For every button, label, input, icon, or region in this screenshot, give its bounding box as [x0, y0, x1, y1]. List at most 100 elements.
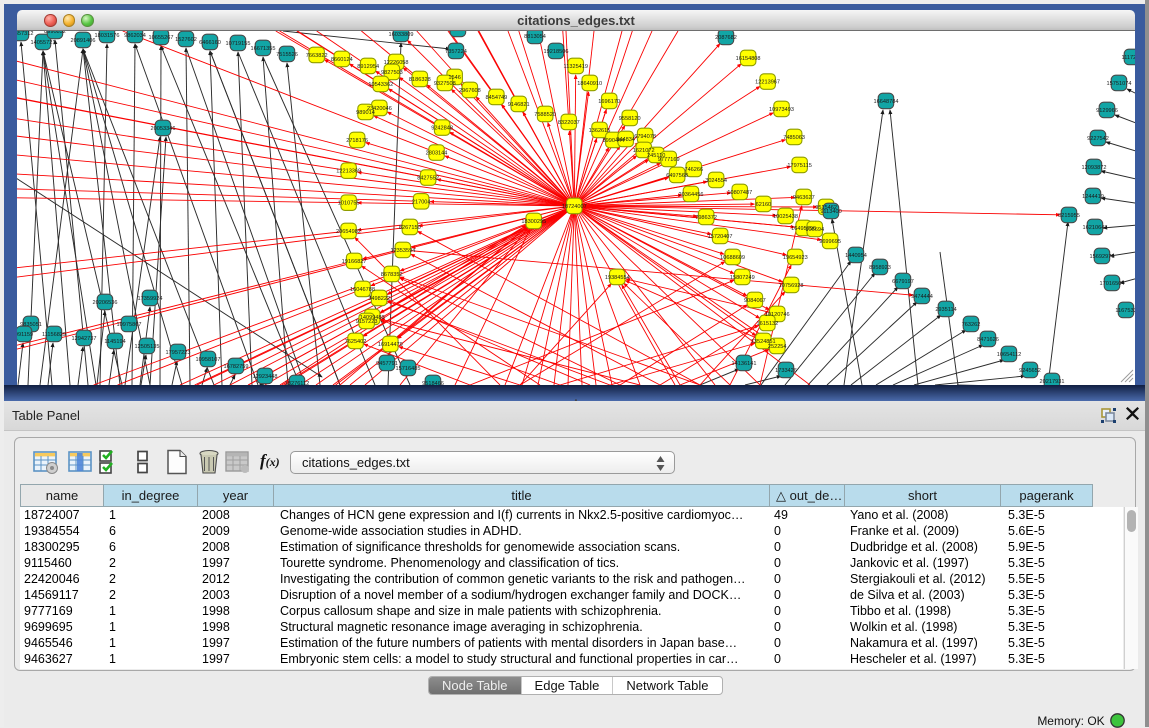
svg-text:8454749: 8454749 — [486, 95, 508, 101]
svg-text:15751074: 15751074 — [1107, 81, 1132, 87]
svg-text:1145194: 1145194 — [104, 339, 125, 345]
svg-text:8912954: 8912954 — [357, 64, 379, 70]
svg-text:9129966: 9129966 — [1096, 108, 1118, 114]
svg-text:12213369: 12213369 — [336, 169, 361, 175]
svg-text:20206536: 20206536 — [93, 300, 118, 306]
svg-text:19654923: 19654923 — [783, 255, 808, 261]
svg-text:12093872: 12093872 — [1082, 165, 1107, 171]
svg-text:7625402: 7625402 — [345, 339, 367, 345]
svg-text:15692971: 15692971 — [1090, 254, 1115, 260]
svg-text:2935114: 2935114 — [935, 307, 956, 313]
svg-text:2718176: 2718176 — [346, 138, 368, 144]
svg-text:15807249: 15807249 — [730, 275, 755, 281]
svg-text:9157223: 9157223 — [356, 319, 378, 325]
svg-text:12923448: 12923448 — [253, 374, 278, 380]
svg-text:8186328: 8186328 — [409, 77, 431, 83]
svg-text:9245652: 9245652 — [1019, 368, 1041, 374]
svg-text:7485063: 7485063 — [783, 135, 805, 141]
svg-text:1733426: 1733426 — [775, 368, 797, 374]
svg-text:8813054: 8813054 — [524, 34, 546, 40]
svg-text:10655267: 10655267 — [149, 35, 174, 41]
svg-text:14055721: 14055721 — [31, 40, 56, 46]
svg-text:7663822: 7663822 — [306, 53, 328, 59]
svg-text:9474444: 9474444 — [911, 294, 933, 300]
svg-text:17975115: 17975115 — [787, 163, 811, 169]
svg-text:10025438: 10025438 — [773, 214, 798, 220]
svg-text:2087682: 2087682 — [715, 35, 737, 41]
svg-text:9827503: 9827503 — [381, 70, 403, 76]
svg-text:19218506: 19218506 — [544, 49, 569, 55]
svg-text:12213967: 12213967 — [755, 80, 780, 86]
svg-text:9862034: 9862034 — [124, 33, 146, 39]
svg-text:16046788: 16046788 — [350, 287, 375, 293]
svg-text:8471626: 8471626 — [977, 337, 999, 343]
svg-text:8678352: 8678352 — [381, 272, 403, 278]
svg-text:62160: 62160 — [756, 202, 772, 208]
svg-text:20891406: 20891406 — [71, 38, 96, 44]
svg-text:19357312: 19357312 — [17, 31, 33, 37]
svg-text:1440954: 1440954 — [845, 253, 867, 259]
svg-text:18300295: 18300295 — [521, 219, 546, 225]
svg-text:10756928: 10756928 — [779, 283, 804, 289]
svg-text:906694: 906694 — [805, 227, 824, 233]
svg-text:2967608: 2967608 — [459, 88, 481, 94]
svg-text:16154808: 16154808 — [736, 56, 761, 62]
svg-text:1615132: 1615132 — [757, 321, 779, 327]
svg-text:10688609: 10688609 — [720, 255, 745, 261]
svg-text:1167533: 1167533 — [1115, 308, 1135, 314]
svg-text:10958107: 10958107 — [196, 357, 221, 363]
svg-text:1244419: 1244419 — [1082, 194, 1104, 200]
svg-text:8958923: 8958923 — [869, 265, 891, 271]
svg-text:7515526: 7515526 — [276, 52, 298, 58]
svg-text:10719155: 10719155 — [226, 41, 251, 47]
svg-text:9113400: 9113400 — [820, 209, 841, 215]
svg-text:17359924: 17359924 — [138, 296, 163, 302]
svg-text:9084067: 9084067 — [744, 298, 766, 304]
svg-text:7986372: 7986372 — [695, 215, 717, 221]
svg-text:11325419: 11325419 — [564, 64, 588, 70]
svg-text:14136141: 14136141 — [732, 361, 757, 367]
svg-text:2803144: 2803144 — [426, 151, 448, 157]
svg-text:17957223: 17957223 — [166, 350, 191, 356]
svg-text:10973493: 10973493 — [769, 107, 794, 113]
svg-text:9463627: 9463627 — [793, 195, 815, 201]
svg-text:16914479: 16914479 — [378, 342, 403, 348]
svg-text:6466160: 6466160 — [199, 40, 221, 46]
svg-text:9146821: 9146821 — [508, 102, 530, 108]
svg-text:15716485: 15716485 — [396, 366, 421, 372]
svg-text:8215955: 8215955 — [1058, 213, 1080, 219]
svg-text:763262: 763262 — [962, 322, 981, 328]
svg-text:9242848: 9242848 — [431, 126, 453, 132]
svg-text:19384554: 19384554 — [605, 275, 630, 281]
svg-text:16671355: 16671355 — [251, 46, 276, 52]
svg-text:16648784: 16648784 — [874, 99, 899, 105]
svg-text:12353594: 12353594 — [390, 248, 415, 254]
svg-text:9777169: 9777169 — [658, 157, 680, 163]
svg-text:8427552: 8427552 — [417, 176, 439, 182]
svg-text:18724007: 18724007 — [562, 204, 587, 210]
svg-text:18031576: 18031576 — [95, 33, 120, 39]
svg-text:989014: 989014 — [356, 110, 375, 116]
svg-text:10543362: 10543362 — [368, 82, 393, 88]
svg-text:252254: 252254 — [768, 344, 787, 350]
svg-text:10975867: 10975867 — [117, 322, 142, 328]
svg-text:8322037: 8322037 — [558, 120, 580, 126]
svg-text:17016504: 17016504 — [1100, 281, 1125, 287]
svg-text:20364456: 20364456 — [679, 192, 704, 198]
svg-text:16782759: 16782759 — [224, 364, 249, 370]
svg-text:18640910: 18640910 — [577, 81, 602, 87]
svg-text:9835051: 9835051 — [20, 322, 42, 328]
svg-text:3498222: 3498222 — [368, 296, 390, 302]
svg-text:9227542: 9227542 — [1087, 136, 1109, 142]
svg-text:1362615: 1362615 — [589, 128, 611, 134]
svg-text:10120746: 10120746 — [765, 312, 790, 318]
svg-text:944834: 944834 — [616, 137, 635, 143]
svg-text:20654982: 20654982 — [336, 229, 361, 235]
svg-text:8267150: 8267150 — [399, 225, 421, 231]
svg-text:6679197: 6679197 — [892, 279, 914, 285]
svg-text:11156829: 11156829 — [42, 332, 66, 338]
svg-text:1696170: 1696170 — [598, 99, 620, 105]
svg-text:9558120: 9558120 — [619, 116, 641, 122]
svg-text:8660124: 8660124 — [331, 57, 353, 63]
svg-text:9699695: 9699695 — [819, 239, 841, 245]
